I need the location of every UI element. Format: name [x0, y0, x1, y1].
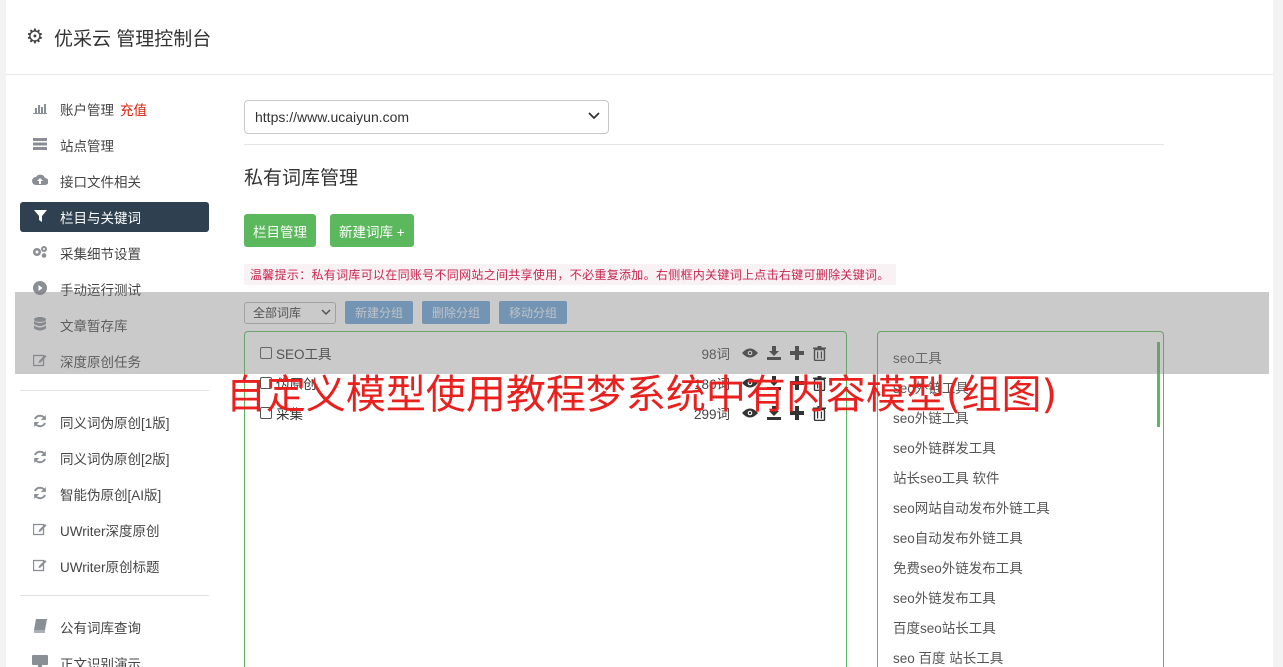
sidebar-item-label: 接口文件相关 [60, 175, 141, 190]
warm-tip: 温馨提示：私有词库可以在同账号不同网站之间共享使用，不必重复添加。右侧框内关键词… [244, 264, 896, 285]
gears-icon [31, 245, 49, 261]
sidebar-item-sites[interactable]: 站点管理 [20, 130, 209, 160]
desktop-icon [31, 654, 49, 667]
keyword-item[interactable]: 免费seo外链发布工具 [878, 552, 1163, 582]
sidebar-item-label: 账户管理 [60, 103, 114, 118]
refresh-icon [31, 486, 49, 503]
chevron-down-icon [588, 109, 600, 126]
sidebar-item-interface[interactable]: 接口文件相关 [20, 166, 209, 196]
main-content: https://www.ucaiyun.com 私有词库管理 栏目管理 新建词库… [244, 100, 1164, 324]
keyword-item[interactable]: seo网站自动发布外链工具 [878, 492, 1163, 522]
keyword-item[interactable]: 百度seo站长工具 [878, 612, 1163, 642]
sidebar-divider [20, 595, 209, 596]
sidebar-item-account[interactable]: 账户管理 充值 [20, 94, 209, 124]
sidebar-item-public-library[interactable]: 公有词库查询 [20, 612, 209, 642]
recharge-link[interactable]: 充值 [120, 99, 147, 119]
sidebar-item-label: 正文识别演示 [60, 657, 141, 667]
keyword-item[interactable]: seo外链群发工具 [878, 432, 1163, 462]
sidebar-item-columns-keywords[interactable]: 栏目与关键词 [20, 202, 209, 232]
sidebar-item-label: 采集细节设置 [60, 247, 141, 262]
sidebar-item-label: 站点管理 [60, 139, 114, 154]
edit-icon [31, 558, 49, 575]
app-header: ⚙ 优采云 管理控制台 [6, 0, 1273, 75]
manage-columns-button[interactable]: 栏目管理 [244, 214, 316, 247]
keyword-item[interactable]: seo外链发布工具 [878, 582, 1163, 612]
edit-icon [31, 522, 49, 539]
keyword-item[interactable]: seo 百度 站长工具 [878, 642, 1163, 667]
sidebar-item-label: UWriter原创标题 [60, 560, 160, 575]
overlay-band [15, 292, 1269, 374]
sidebar-item-label: 智能伪原创[AI版] [60, 488, 162, 503]
sidebar-item-uwriter-deep[interactable]: UWriter深度原创 [20, 515, 209, 545]
sidebar-item-synonym-v2[interactable]: 同义词伪原创[2版] [20, 443, 209, 473]
overlay-title: 自定义模型使用教程梦系统中有内容模型(组图) [225, 372, 1058, 418]
server-icon [31, 137, 49, 153]
page-title: 私有词库管理 [244, 168, 359, 189]
book-icon [31, 618, 49, 636]
sidebar-item-label: 栏目与关键词 [60, 211, 141, 226]
sidebar-item-ai-rewrite[interactable]: 智能伪原创[AI版] [20, 479, 209, 509]
app-title: 优采云 管理控制台 [53, 28, 212, 50]
sidebar-item-text-recognition[interactable]: 正文识别演示 [20, 648, 209, 667]
sidebar-item-label: 公有词库查询 [60, 621, 141, 636]
sidebar-item-uwriter-title[interactable]: UWriter原创标题 [20, 551, 209, 581]
divider [244, 144, 1164, 145]
site-select-value: https://www.ucaiyun.com [255, 109, 410, 125]
keyword-item[interactable]: 站长seo工具 软件 [878, 462, 1163, 492]
sidebar-item-collect-settings[interactable]: 采集细节设置 [20, 238, 209, 268]
gear-icon: ⚙ [26, 26, 44, 48]
keyword-item[interactable]: seo自动发布外链工具 [878, 522, 1163, 552]
site-select[interactable]: https://www.ucaiyun.com [244, 100, 609, 134]
action-buttons: 栏目管理 新建词库 + [244, 214, 1164, 247]
new-library-button[interactable]: 新建词库 + [330, 214, 414, 247]
bar-chart-icon [31, 102, 49, 117]
cloud-upload-icon [31, 174, 49, 189]
sidebar-item-label: 同义词伪原创[2版] [60, 452, 170, 467]
filter-icon [31, 209, 49, 225]
refresh-icon [31, 450, 49, 467]
sidebar-item-label: UWriter深度原创 [60, 524, 160, 539]
